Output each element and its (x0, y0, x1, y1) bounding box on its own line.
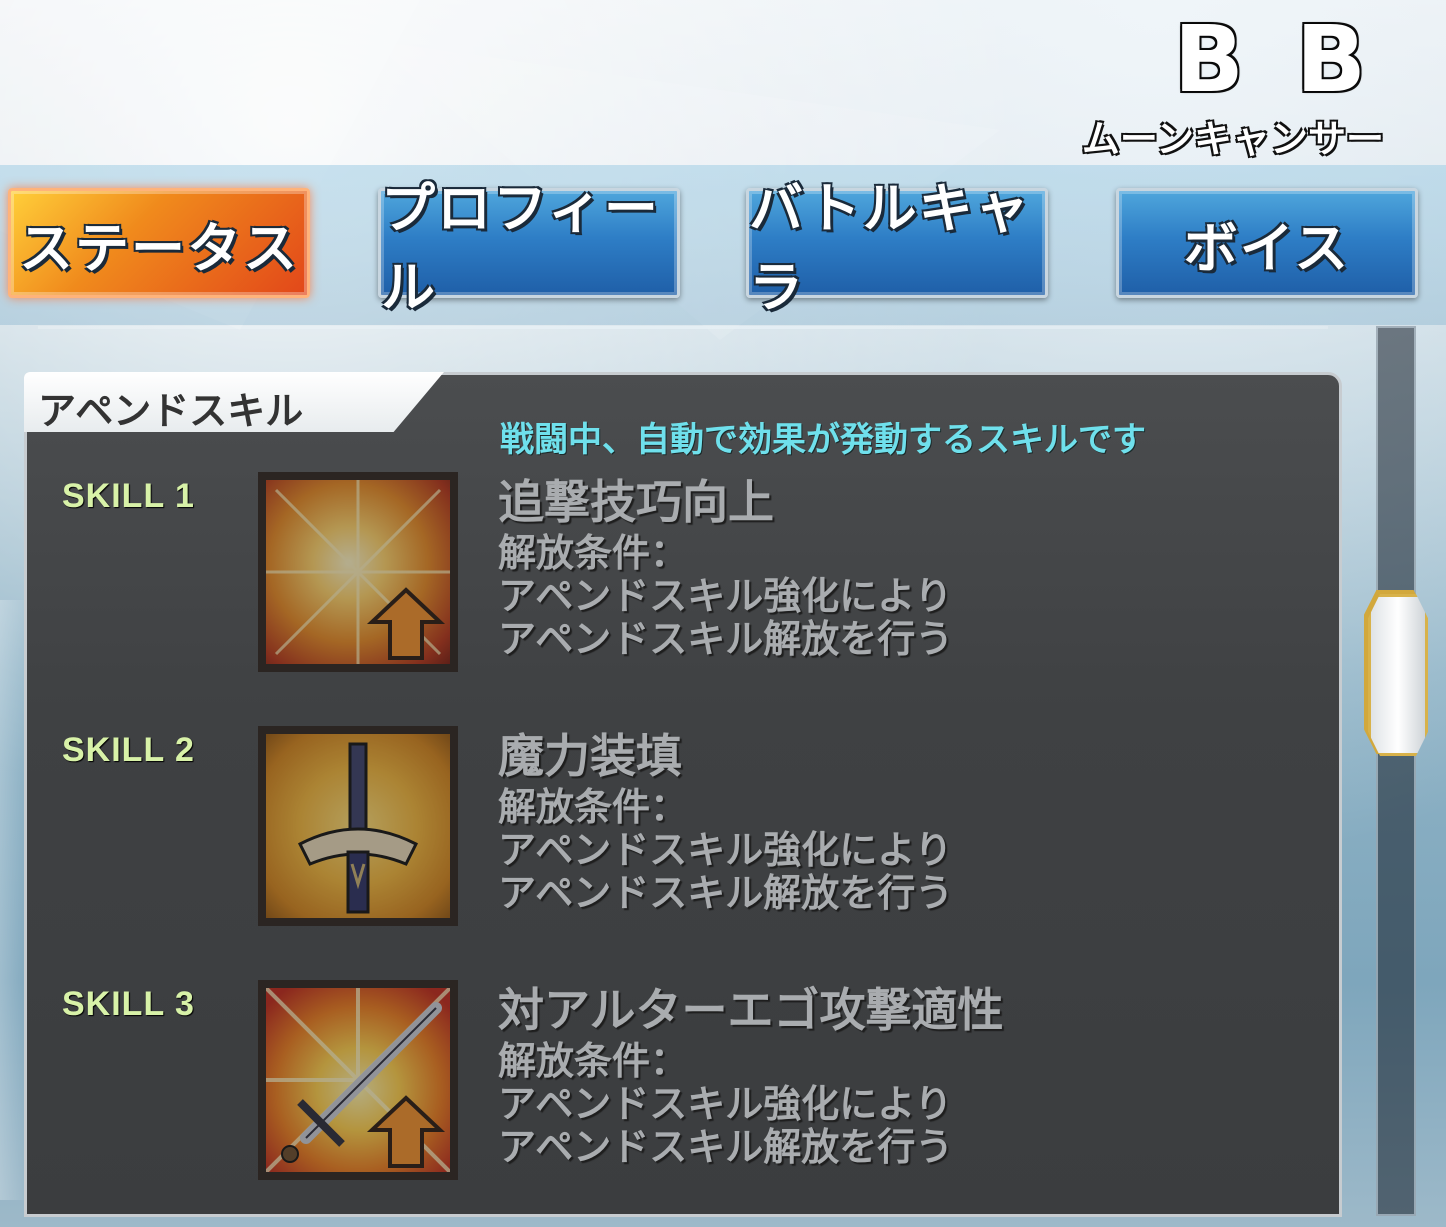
tab-battle-character[interactable]: バトルキャラ (746, 177, 1048, 319)
condition-line: 解放条件： (498, 1039, 689, 1083)
skill-2-name: 魔力装填 (498, 729, 682, 783)
skill-2-label: SKILL 2 (62, 731, 195, 769)
skill-3-condition: 解放条件： アペンドスキル強化により アペンドスキル解放を行う (498, 1040, 953, 1169)
skill-3-label: SKILL 3 (62, 985, 195, 1023)
divider (38, 326, 1328, 329)
skill-1-label: SKILL 1 (62, 477, 195, 515)
condition-line: アペンドスキル解放を行う (498, 1125, 954, 1169)
panel-description: 戦闘中、自動で効果が発動するスキルです (500, 420, 1146, 460)
skill-2-condition: 解放条件： アペンドスキル強化により アペンドスキル解放を行う (498, 786, 953, 915)
skill-3-name: 対アルターエゴ攻撃適性 (498, 983, 1004, 1037)
tab-profile[interactable]: プロフィール (378, 177, 680, 319)
tab-voice[interactable]: ボイス (1116, 188, 1418, 298)
servant-class: ムーンキャンサー (1081, 117, 1384, 161)
condition-line: アペンドスキル強化により (498, 574, 953, 618)
condition-line: アペンドスキル解放を行う (498, 871, 954, 915)
condition-line: アペンドスキル解放を行う (498, 617, 954, 661)
scrollbar-track[interactable] (1376, 326, 1416, 1216)
burst-arrow-up-icon[interactable] (258, 472, 458, 672)
sword-hilt-icon[interactable] (258, 726, 458, 926)
condition-line: 解放条件： (498, 785, 689, 829)
tab-status[interactable]: ステータス (8, 188, 310, 298)
condition-line: アペンドスキル強化により (498, 1082, 953, 1126)
sword-arrow-up-icon[interactable] (258, 980, 458, 1180)
condition-line: アペンドスキル強化により (498, 828, 953, 872)
condition-line: 解放条件： (498, 531, 689, 575)
skill-1-name: 追撃技巧向上 (498, 475, 774, 529)
scrollbar-thumb[interactable] (1368, 594, 1428, 756)
servant-name: B B (1173, 6, 1376, 113)
panel-title: アペンドスキル (38, 389, 304, 433)
skill-1-condition: 解放条件： アペンドスキル強化により アペンドスキル解放を行う (498, 532, 953, 661)
